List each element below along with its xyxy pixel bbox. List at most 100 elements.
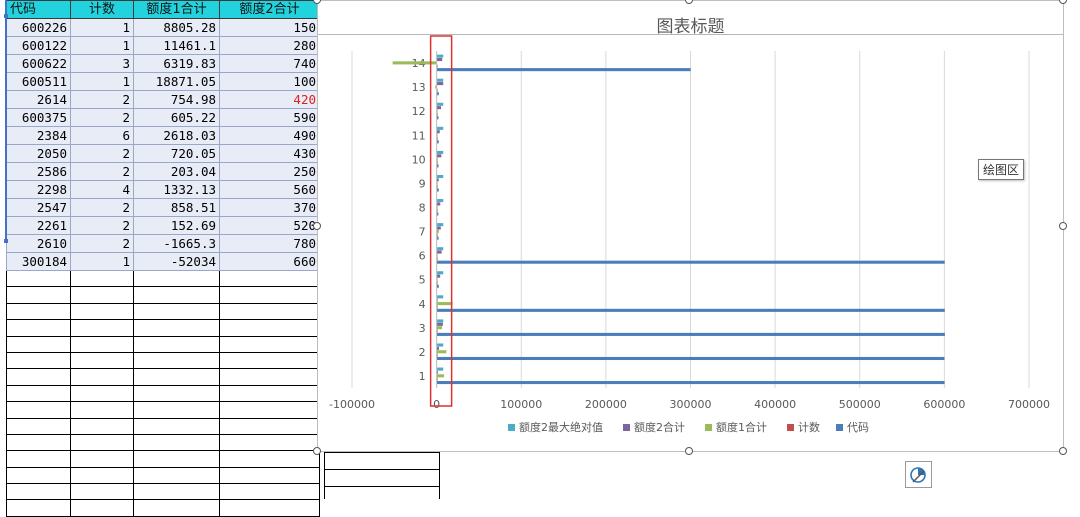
empty-cell[interactable] <box>70 499 134 517</box>
table-cell[interactable]: 370 <box>219 198 320 217</box>
empty-cell[interactable] <box>219 368 320 386</box>
empty-cell[interactable] <box>133 319 220 337</box>
resize-handle-bottom-right[interactable] <box>1059 447 1067 455</box>
table-cell[interactable]: 600622 <box>6 54 71 73</box>
empty-cell[interactable] <box>219 384 320 403</box>
empty-cell[interactable] <box>6 335 71 353</box>
table-cell[interactable]: 203.04 <box>133 162 220 181</box>
empty-cell[interactable] <box>6 401 71 419</box>
resize-handle-top-right[interactable] <box>1059 0 1067 4</box>
empty-cell[interactable] <box>70 351 134 370</box>
table-cell[interactable]: 150 <box>219 18 320 37</box>
table-cell[interactable]: 2618.03 <box>133 126 220 145</box>
empty-cell[interactable] <box>6 499 71 517</box>
chart-object[interactable]: 图表标题 -100000 0 100000 200000 300000 400000 500… <box>317 0 1064 452</box>
empty-cell[interactable] <box>70 483 134 501</box>
table-cell[interactable]: 280 <box>219 36 320 55</box>
empty-cell[interactable] <box>70 319 134 337</box>
table-cell[interactable]: 1 <box>70 252 134 271</box>
table-cell[interactable]: 250 <box>219 162 320 181</box>
table-cell[interactable]: 6 <box>70 126 134 145</box>
empty-cell[interactable] <box>219 269 320 288</box>
empty-cell[interactable] <box>6 351 71 370</box>
empty-cell[interactable] <box>6 286 71 304</box>
table-cell[interactable]: 2 <box>70 162 134 181</box>
empty-cell[interactable] <box>133 302 220 321</box>
empty-cell[interactable] <box>70 286 134 304</box>
table-cell[interactable]: 2050 <box>6 144 71 163</box>
table-cell[interactable]: 6319.83 <box>133 54 220 73</box>
empty-cell[interactable] <box>6 483 71 501</box>
empty-cell[interactable] <box>133 335 220 353</box>
table-cell[interactable]: 2 <box>70 216 134 235</box>
table-cell[interactable]: 1 <box>70 18 134 37</box>
table-cell[interactable]: 2 <box>70 144 134 163</box>
empty-cell[interactable] <box>70 466 134 485</box>
header-cell-sum2[interactable]: 额度2合计 <box>219 0 320 19</box>
table-cell[interactable]: 720.05 <box>133 144 220 163</box>
empty-cell[interactable] <box>219 401 320 419</box>
empty-cell[interactable] <box>219 319 320 337</box>
resize-handle-right[interactable] <box>1059 222 1067 230</box>
selection-handle[interactable] <box>4 239 8 243</box>
table-cell[interactable]: -52034 <box>133 252 220 271</box>
empty-cell[interactable] <box>6 433 71 452</box>
table-cell[interactable]: 3 <box>70 54 134 73</box>
table-cell[interactable]: 1332.13 <box>133 180 220 199</box>
table-cell[interactable]: 600511 <box>6 72 71 91</box>
empty-cell[interactable] <box>219 450 320 468</box>
table-cell[interactable]: 590 <box>219 108 320 127</box>
empty-cell[interactable] <box>133 286 220 304</box>
empty-cell[interactable] <box>6 269 71 288</box>
table-cell[interactable]: 8805.28 <box>133 18 220 37</box>
header-cell-sum1[interactable]: 额度1合计 <box>133 0 220 19</box>
empty-cell[interactable] <box>70 450 134 468</box>
table-cell[interactable]: 420 <box>219 90 320 109</box>
table-cell[interactable]: 780 <box>219 234 320 253</box>
table-cell[interactable]: 2547 <box>6 198 71 217</box>
empty-cell[interactable] <box>133 466 220 485</box>
empty-cell[interactable] <box>70 368 134 386</box>
selection-handle[interactable] <box>4 14 8 18</box>
table-cell[interactable]: 2261 <box>6 216 71 235</box>
table-cell[interactable]: 2610 <box>6 234 71 253</box>
resize-handle-bottom[interactable] <box>685 447 693 455</box>
table-cell[interactable]: 100 <box>219 72 320 91</box>
empty-cell[interactable] <box>6 450 71 468</box>
empty-cell[interactable] <box>133 483 220 501</box>
table-cell[interactable]: 300184 <box>6 252 71 271</box>
resize-handle-bottom-left[interactable] <box>313 447 321 455</box>
table-cell[interactable]: 754.98 <box>133 90 220 109</box>
empty-cell[interactable] <box>6 319 71 337</box>
empty-cell[interactable] <box>219 483 320 501</box>
header-cell-code[interactable]: 代码 <box>6 0 71 19</box>
empty-cell[interactable] <box>70 302 134 321</box>
table-cell[interactable]: 2 <box>70 108 134 127</box>
empty-cell[interactable] <box>133 401 220 419</box>
empty-cell[interactable] <box>6 466 71 485</box>
table-cell[interactable]: 520 <box>219 216 320 235</box>
empty-cell[interactable] <box>219 286 320 304</box>
empty-cell[interactable] <box>70 269 134 288</box>
table-cell[interactable]: 2 <box>70 234 134 253</box>
table-cell[interactable]: 600375 <box>6 108 71 127</box>
table-cell[interactable]: 18871.05 <box>133 72 220 91</box>
empty-cell[interactable] <box>6 302 71 321</box>
empty-cell[interactable] <box>219 433 320 452</box>
table-cell[interactable]: 858.51 <box>133 198 220 217</box>
empty-cell[interactable] <box>70 401 134 419</box>
plot-area[interactable]: -100000 0 100000 200000 300000 400000 500000 60… <box>318 1 1063 451</box>
table-cell[interactable]: 2298 <box>6 180 71 199</box>
empty-cell[interactable] <box>133 368 220 386</box>
empty-cell[interactable] <box>133 384 220 403</box>
table-cell[interactable]: 600226 <box>6 18 71 37</box>
table-cell[interactable]: 605.22 <box>133 108 220 127</box>
empty-cell[interactable] <box>133 499 220 517</box>
table-cell[interactable]: 430 <box>219 144 320 163</box>
table-cell[interactable]: 2 <box>70 198 134 217</box>
empty-cell[interactable] <box>133 450 220 468</box>
spreadsheet-area[interactable]: 代码 计数 额度1合计 额度2合计 600226 1 8805.28 150 60012… <box>0 0 320 517</box>
empty-cell[interactable] <box>70 384 134 403</box>
table-cell[interactable]: 560 <box>219 180 320 199</box>
quick-analysis-button[interactable] <box>905 461 932 488</box>
